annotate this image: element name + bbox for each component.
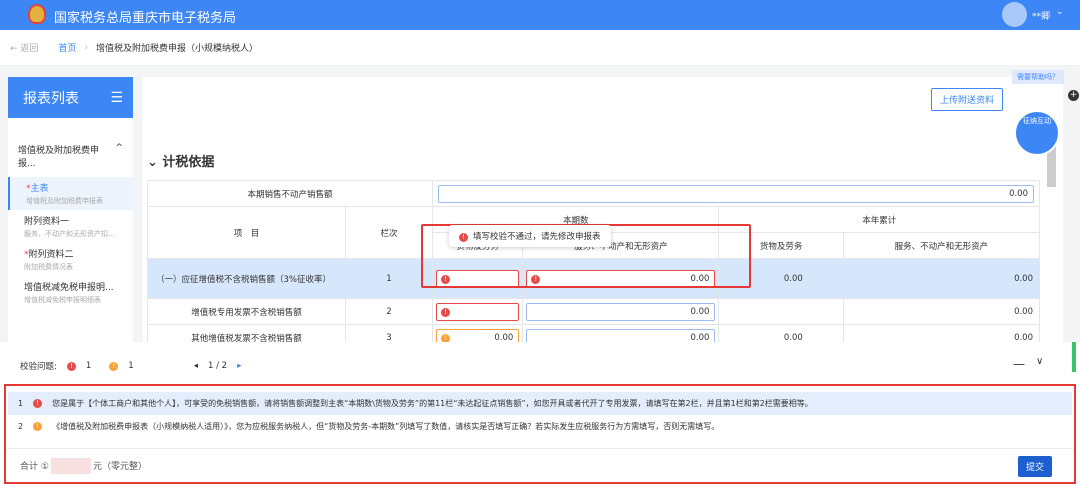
page-indicator: 1 / 2: [208, 361, 228, 371]
header-item: 项 目: [147, 206, 346, 259]
total-label: 合计 ①: [20, 462, 49, 472]
sidebar-group[interactable]: 增值税及附加税费申报... ^: [8, 118, 133, 177]
chevron-up-icon: ^: [115, 143, 123, 153]
submit-button[interactable]: 提交: [1017, 456, 1052, 477]
report-list-sidebar: 报表列表 ☰ 增值税及附加税费申报... ^ *主表 增值税及附加税费申报表 附列资料…: [8, 77, 133, 342]
validation-panel: 校验问题: ! 1 ! 1 ◂ 1 / 2 ▸ — ∨ 1! 您是属于【个体工商户和其他个…: [0, 342, 1080, 484]
input-row2-goods[interactable]: !: [436, 302, 520, 321]
realestate-label: 本期销售不动产销售额: [147, 180, 433, 207]
top-header: 国家税务总局重庆市电子税务局 **卿 ⌄: [0, 0, 1080, 30]
message-row[interactable]: 2! 《增值税及附加税费申报表（小规模纳税人适用）》，您为应税服务纳税人，但“货物…: [8, 415, 1072, 438]
prev-page-icon[interactable]: ◂: [194, 361, 198, 371]
input-row3-goods[interactable]: ! 0.00: [436, 328, 520, 342]
sidebar-item-attachment-1[interactable]: 附列资料一 服务、不动产和无形资产扣...: [8, 210, 133, 243]
upload-attachments-button[interactable]: 上传附送资料: [931, 88, 1004, 111]
user-name[interactable]: **卿: [1032, 9, 1050, 22]
table-row: 增值税专用发票不含税销售额 2 ! 0.00 0.00: [147, 298, 1041, 325]
table-row: 其他增值税发票不含税销售额 3 ! 0.00 0.00 0.00 0.00: [147, 324, 1041, 342]
header-year: 本年累计: [718, 206, 1040, 233]
site-title: 国家税务总局重庆市电子税务局: [54, 11, 237, 26]
tax-emblem-logo: [28, 4, 46, 24]
sidebar-item-main[interactable]: *主表 增值税及附加税费申报表: [8, 177, 133, 210]
breadcrumb-home[interactable]: 首页: [58, 41, 76, 54]
assistant-avatar[interactable]: 征纳互动: [1014, 110, 1060, 156]
check-label: 校验问题:: [20, 362, 57, 372]
header-services-year: 服务、不动产和无形资产: [842, 232, 1041, 259]
main-form: 上传附送资料 ⌄ 计税依据 本期销售不动产销售额 0.00 项 目栏次 本期数 本年累…: [143, 77, 1063, 342]
back-link[interactable]: ← 返回: [10, 41, 38, 54]
plus-icon[interactable]: +: [1068, 90, 1079, 101]
help-bubble[interactable]: 需要帮助吗？: [1012, 70, 1064, 84]
sidebar-title: 报表列表: [23, 90, 79, 107]
error-icon: !: [459, 233, 468, 242]
message-row[interactable]: 1! 您是属于【个体工商户和其他个人】，可享受的免税销售额，请将销售额调整到主表“…: [8, 392, 1072, 415]
input-row3-services[interactable]: 0.00: [526, 328, 716, 342]
collapse-icon[interactable]: ∨: [1036, 356, 1043, 367]
warning-count[interactable]: 1: [128, 361, 133, 371]
sidebar-item-exemption[interactable]: 增值税减免税申报明... 增值税减免税申报明细表: [8, 276, 133, 309]
header-col: 栏次: [345, 206, 433, 259]
sidebar-header: 报表列表 ☰: [8, 77, 133, 118]
chevron-down-icon[interactable]: ⌄: [1056, 7, 1064, 17]
warning-count-icon: !: [109, 361, 119, 371]
breadcrumb: ← 返回 首页 › 增值税及附加税费申报（小规模纳税人）: [0, 30, 1080, 65]
error-count[interactable]: 1: [86, 361, 91, 371]
next-page-icon[interactable]: ▸: [237, 361, 241, 371]
sidebar-item-attachment-2[interactable]: *附列资料二 附加税费情况表: [8, 243, 133, 276]
realestate-input[interactable]: 0.00: [438, 184, 1034, 203]
breadcrumb-current: 增值税及附加税费申报（小规模纳税人）: [96, 44, 259, 54]
validation-tooltip: ! 填写校验不通过，请先修改申报表: [449, 225, 611, 247]
messages-box: 1! 您是属于【个体工商户和其他个人】，可享受的免税销售额，请将销售额调整到主表“…: [4, 384, 1076, 484]
minimize-icon[interactable]: —: [1013, 357, 1025, 371]
input-row2-services[interactable]: 0.00: [526, 302, 716, 321]
error-count-icon: !: [66, 361, 76, 371]
section-title[interactable]: ⌄ 计税依据: [147, 151, 214, 170]
total-bar: 合计 ① 元（零元整） 提交: [6, 448, 1074, 482]
total-amount-text: 元（零元整）: [92, 462, 147, 472]
avatar[interactable]: [1002, 2, 1027, 27]
menu-icon[interactable]: ☰: [110, 90, 123, 106]
